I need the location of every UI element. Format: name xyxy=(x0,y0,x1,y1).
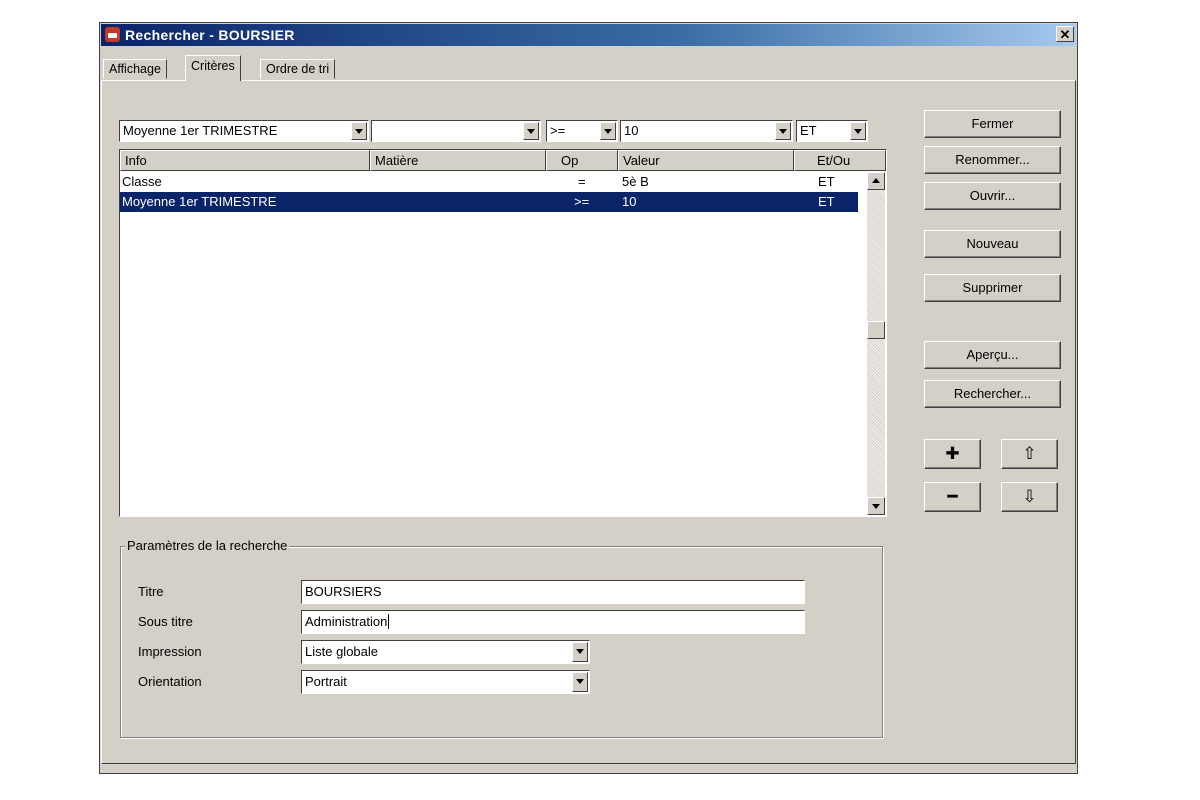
scroll-up-icon[interactable] xyxy=(867,172,885,190)
plus-icon: ✚ xyxy=(945,444,960,463)
sous-titre-value: Administration xyxy=(305,614,388,629)
column-header-valeur[interactable]: Valeur xyxy=(618,150,794,171)
etou-combo[interactable]: ET xyxy=(796,120,868,142)
apercu-button[interactable]: Aperçu... xyxy=(924,341,1061,369)
minus-icon: ━ xyxy=(947,487,958,506)
tab-criteres[interactable]: Critères xyxy=(185,55,241,81)
table-row-selected[interactable]: Moyenne 1er TRIMESTRE >= 10 ET xyxy=(120,192,858,212)
text-cursor xyxy=(388,614,390,629)
titre-value: BOURSIERS xyxy=(305,584,382,599)
valeur-combo-value: 10 xyxy=(624,123,639,138)
orientation-dropdown-arrow-icon[interactable] xyxy=(572,672,588,692)
valeur-combo[interactable]: 10 xyxy=(620,120,793,142)
op-combo[interactable]: >= xyxy=(546,120,618,142)
remove-criterion-button[interactable]: ━ xyxy=(924,482,981,512)
move-up-button[interactable]: ⇧ xyxy=(1001,439,1058,469)
vertical-scrollbar[interactable] xyxy=(867,172,885,515)
cell-valeur: 10 xyxy=(622,194,637,209)
move-down-button[interactable]: ⇩ xyxy=(1001,482,1058,512)
ouvrir-button[interactable]: Ouvrir... xyxy=(924,182,1061,210)
etou-dropdown-arrow-icon[interactable] xyxy=(850,122,866,140)
search-parameters-group: Paramètres de la recherche Titre BOURSIE… xyxy=(120,538,883,738)
column-header-info[interactable]: Info xyxy=(120,150,370,171)
orientation-label: Orientation xyxy=(138,674,202,689)
orientation-select[interactable]: Portrait xyxy=(301,670,590,694)
op-combo-value: >= xyxy=(550,123,566,138)
renommer-button[interactable]: Renommer... xyxy=(924,146,1061,174)
column-header-etou[interactable]: Et/Ou xyxy=(794,150,886,171)
etou-combo-value: ET xyxy=(800,123,817,138)
add-criterion-button[interactable]: ✚ xyxy=(924,439,981,469)
window-title: Rechercher - BOURSIER xyxy=(125,27,295,43)
arrow-down-icon: ⇩ xyxy=(1022,487,1037,506)
cell-etou: ET xyxy=(818,174,835,189)
table-row[interactable]: Classe = 5è B ET xyxy=(120,172,858,192)
valeur-dropdown-arrow-icon[interactable] xyxy=(775,122,791,140)
matiere-combo[interactable] xyxy=(371,120,541,142)
column-header-matiere[interactable]: Matière xyxy=(370,150,546,171)
scroll-down-icon[interactable] xyxy=(867,497,885,515)
cell-etou: ET xyxy=(818,194,835,209)
matiere-dropdown-arrow-icon[interactable] xyxy=(523,122,539,140)
column-header-op[interactable]: Op xyxy=(546,150,618,171)
cell-valeur: 5è B xyxy=(622,174,649,189)
impression-label: Impression xyxy=(138,644,202,659)
tab-ordre-de-tri[interactable]: Ordre de tri xyxy=(260,59,336,79)
impression-value: Liste globale xyxy=(305,644,378,659)
app-icon xyxy=(105,27,120,42)
arrow-up-icon: ⇧ xyxy=(1022,444,1037,463)
group-legend: Paramètres de la recherche xyxy=(125,538,290,553)
titre-field[interactable]: BOURSIERS xyxy=(301,580,805,604)
criteria-list[interactable]: Info Matière Op Valeur Et/Ou Classe = 5è… xyxy=(119,149,887,517)
info-combo-value: Moyenne 1er TRIMESTRE xyxy=(123,123,278,138)
tab-affichage[interactable]: Affichage xyxy=(103,59,167,79)
cell-op: = xyxy=(578,174,586,189)
impression-select[interactable]: Liste globale xyxy=(301,640,590,664)
search-dialog: Rechercher - BOURSIER ✕ Affichage Critèr… xyxy=(99,22,1078,774)
cell-info: Classe xyxy=(122,174,162,189)
nouveau-button[interactable]: Nouveau xyxy=(924,230,1061,258)
op-dropdown-arrow-icon[interactable] xyxy=(600,122,616,140)
cell-info: Moyenne 1er TRIMESTRE xyxy=(122,194,277,209)
rechercher-button[interactable]: Rechercher... xyxy=(924,380,1061,408)
info-combo[interactable]: Moyenne 1er TRIMESTRE xyxy=(119,120,369,142)
impression-dropdown-arrow-icon[interactable] xyxy=(572,642,588,662)
sous-titre-label: Sous titre xyxy=(138,614,193,629)
close-button[interactable]: ✕ xyxy=(1056,26,1074,42)
scroll-thumb[interactable] xyxy=(867,321,885,339)
orientation-value: Portrait xyxy=(305,674,347,689)
title-bar[interactable]: Rechercher - BOURSIER ✕ xyxy=(101,24,1076,46)
info-dropdown-arrow-icon[interactable] xyxy=(351,122,367,140)
cell-op: >= xyxy=(574,194,590,209)
sous-titre-field[interactable]: Administration xyxy=(301,610,805,634)
fermer-button[interactable]: Fermer xyxy=(924,110,1061,138)
supprimer-button[interactable]: Supprimer xyxy=(924,274,1061,302)
titre-label: Titre xyxy=(138,584,164,599)
